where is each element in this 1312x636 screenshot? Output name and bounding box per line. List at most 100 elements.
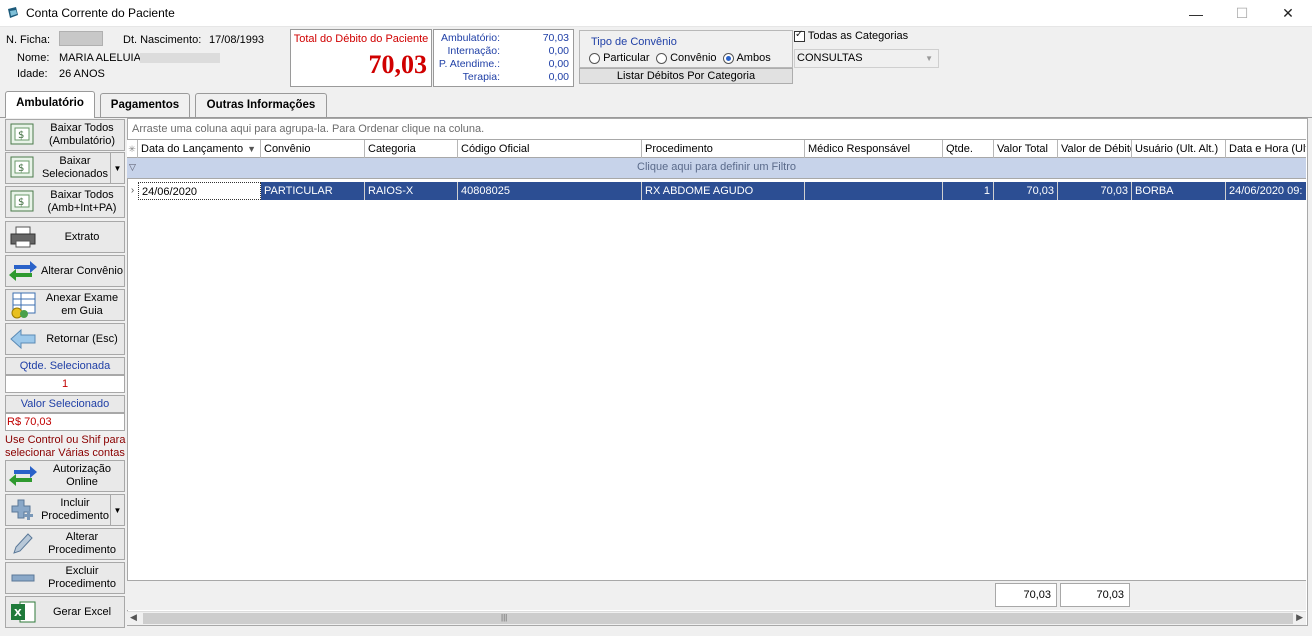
add-plus-icon: [8, 496, 40, 524]
cell-data-hora[interactable]: 24/06/2020 09:: [1226, 182, 1306, 200]
minimize-button[interactable]: —: [1173, 0, 1219, 27]
column-header[interactable]: Categoria: [365, 140, 458, 158]
row-selector-icon[interactable]: ✳: [127, 140, 138, 158]
selection-hint: Use Control ou Shif para selecionar Vári…: [5, 434, 126, 459]
svg-text:$: $: [18, 163, 24, 174]
anexar-exame-button[interactable]: Anexar Exame em Guia: [5, 289, 125, 321]
money-icon: $: [8, 188, 40, 216]
spreadsheet-coins-icon: [8, 291, 40, 319]
svg-text:X: X: [14, 608, 22, 619]
chevron-down-icon[interactable]: ▼: [110, 495, 124, 525]
total-debito-caption: Total do Débito do Paciente: [293, 33, 429, 45]
close-button[interactable]: ✕: [1265, 0, 1311, 27]
baixar-todos-button[interactable]: $ Baixar Todos (Ambulatório): [5, 119, 125, 151]
valor-selecionado-caption: Valor Selecionado: [5, 395, 125, 413]
idade-label: Idade:: [17, 68, 48, 80]
grid-header: ✳ Data do Lançamento ▼ Convênio Categoria…: [127, 139, 1306, 158]
column-header[interactable]: Procedimento: [642, 140, 805, 158]
sum-valor-debito: 70,03: [1060, 583, 1130, 607]
cell-procedimento[interactable]: RX ABDOME AGUDO: [642, 182, 805, 200]
cell-valor-total[interactable]: 70,03: [994, 182, 1058, 200]
column-header[interactable]: Médico Responsável: [805, 140, 943, 158]
sum-valor-total: 70,03: [995, 583, 1057, 607]
nome-label: Nome:: [17, 52, 50, 64]
ficha-label: N. Ficha:: [6, 34, 51, 46]
tipo-convenio-caption: Tipo de Convênio: [591, 36, 677, 48]
cell-valor-debito[interactable]: 70,03: [1058, 182, 1132, 200]
todas-categorias-checkbox[interactable]: Todas as Categorias: [794, 29, 908, 42]
swap-arrows-icon: [8, 462, 40, 490]
breakdown-row: P. Atendime.: 0,00: [438, 58, 569, 70]
column-header[interactable]: Convênio: [261, 140, 365, 158]
row-indicator-icon: ›: [130, 185, 135, 196]
column-header[interactable]: Valor de Débito: [1058, 140, 1132, 158]
idade-value: 26 ANOS: [59, 68, 105, 80]
breakdown-row: Terapia: 0,00: [462, 71, 569, 83]
money-icon: $: [8, 154, 40, 182]
alterar-convenio-button[interactable]: Alterar Convênio: [5, 255, 125, 287]
baixar-selecionados-button[interactable]: $ Baixar Selecionados ▼: [5, 152, 125, 184]
qtde-selecionada-caption: Qtde. Selecionada: [5, 357, 125, 375]
column-header[interactable]: Código Oficial: [458, 140, 642, 158]
tab-ambulatorio[interactable]: Ambulatório: [5, 91, 95, 118]
cell-usuario[interactable]: BORBA: [1132, 182, 1226, 200]
maximize-button[interactable]: ☐: [1219, 0, 1265, 27]
scroll-right-icon[interactable]: ▶: [1296, 612, 1303, 623]
sort-desc-icon: ▼: [247, 144, 256, 154]
cell-qtde[interactable]: 1: [943, 182, 994, 200]
nome-value: MARIA ALELUIA: [59, 52, 141, 64]
cell-categoria[interactable]: RAIOS-X: [365, 182, 458, 200]
total-debito-panel: Total do Débito do Paciente 70,03: [290, 29, 432, 87]
retornar-button[interactable]: Retornar (Esc): [5, 323, 125, 355]
cell-convenio[interactable]: PARTICULAR: [261, 182, 365, 200]
tab-pagamentos[interactable]: Pagamentos: [100, 93, 190, 117]
cell-medico[interactable]: [805, 182, 943, 200]
categoria-select[interactable]: CONSULTAS ▼: [794, 49, 939, 68]
extrato-button[interactable]: Extrato: [5, 221, 125, 253]
money-icon: $: [8, 121, 40, 149]
autorizacao-online-button[interactable]: Autorização Online: [5, 460, 125, 492]
scrollbar-thumb[interactable]: |||: [143, 613, 1293, 624]
radio-convenio[interactable]: Convênio: [656, 52, 717, 64]
qtde-selecionada-value: 1: [5, 375, 125, 393]
valor-selecionado-value: R$ 70,03: [5, 413, 125, 431]
column-header[interactable]: Data e Hora (Ult. Alt.): [1226, 140, 1306, 158]
total-debito-value: 70,03: [368, 50, 428, 79]
app-icon: [8, 7, 18, 18]
alterar-procedimento-button[interactable]: Alterar Procedimento: [5, 528, 125, 560]
debito-breakdown: Ambulatório: 70,03 Internação: 0,00 P. Ate…: [433, 29, 574, 87]
tab-outras-informacoes[interactable]: Outras Informações: [195, 93, 327, 117]
swap-arrows-icon: [8, 257, 40, 285]
nome-redacted: [140, 53, 220, 63]
chevron-down-icon[interactable]: ▼: [110, 153, 124, 183]
radio-ambos[interactable]: Ambos: [723, 52, 771, 64]
window-title: Conta Corrente do Paciente: [26, 6, 175, 20]
filter-row[interactable]: ▽ Clique aqui para definir um Filtro: [127, 158, 1306, 179]
svg-text:$: $: [18, 130, 24, 141]
title-bar: Conta Corrente do Paciente — ☐ ✕: [0, 0, 1312, 27]
excluir-procedimento-button[interactable]: Excluir Procedimento: [5, 562, 125, 594]
horizontal-scrollbar[interactable]: ◀ ||| ▶: [127, 611, 1306, 625]
nascimento-value: 17/08/1993: [209, 34, 265, 46]
ficha-value: [59, 31, 103, 46]
column-header[interactable]: Usuário (Ult. Alt.): [1132, 140, 1226, 158]
gerar-excel-button[interactable]: X Gerar Excel: [5, 596, 125, 628]
svg-text:$: $: [18, 197, 24, 208]
nascimento-label: Dt. Nascimento:: [123, 34, 202, 46]
breakdown-row: Internação: 0,00: [447, 45, 569, 57]
incluir-procedimento-button[interactable]: Incluir Procedimento ▼: [5, 494, 125, 526]
table-row[interactable]: › 24/06/2020 PARTICULAR RAIOS-X 40808025…: [127, 182, 1306, 201]
listar-debitos-button[interactable]: Listar Débitos Por Categoria: [579, 68, 793, 84]
group-panel-hint: Arraste uma coluna aqui para agrupa-la. …: [132, 123, 485, 135]
radio-particular[interactable]: Particular: [589, 52, 650, 64]
chevron-down-icon: ▼: [925, 54, 933, 63]
cell-codigo[interactable]: 40808025: [458, 182, 642, 200]
baixar-todos-amb-button[interactable]: $ Baixar Todos (Amb+Int+PA): [5, 186, 125, 218]
cell-data[interactable]: 24/06/2020: [138, 182, 261, 200]
scroll-left-icon[interactable]: ◀: [130, 612, 137, 623]
column-header[interactable]: Data do Lançamento ▼: [138, 140, 261, 158]
back-arrow-icon: [8, 325, 40, 353]
breakdown-row: Ambulatório: 70,03: [441, 32, 569, 44]
column-header[interactable]: Valor Total: [994, 140, 1058, 158]
column-header[interactable]: Qtde.: [943, 140, 994, 158]
